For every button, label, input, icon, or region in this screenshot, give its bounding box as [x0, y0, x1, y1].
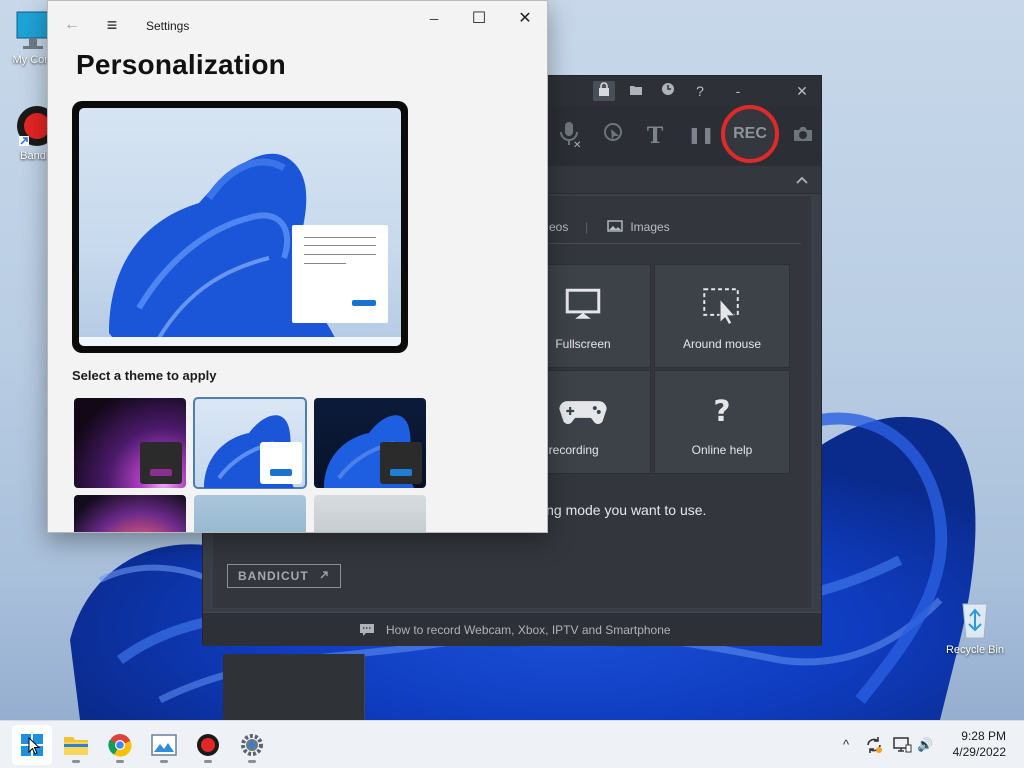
- taskbar-settings[interactable]: [232, 725, 272, 765]
- record-icon: [197, 734, 219, 756]
- bandicut-label: BANDICUT: [238, 569, 309, 583]
- cursor-effect-icon[interactable]: [597, 120, 629, 152]
- start-button[interactable]: [12, 725, 52, 765]
- mouse-region-icon: [703, 288, 739, 325]
- folder-icon: [64, 737, 88, 755]
- mode-online-help[interactable]: ? Online help: [654, 370, 790, 474]
- tray-network-icon[interactable]: [892, 721, 912, 768]
- theme-glow[interactable]: [74, 398, 186, 488]
- back-arrow-icon[interactable]: ←: [57, 15, 87, 35]
- mode-around-mouse[interactable]: Around mouse: [654, 264, 790, 368]
- theme-windows-dark[interactable]: [314, 398, 426, 488]
- tray-chevron-icon[interactable]: ^: [843, 721, 849, 768]
- svg-text:✕: ✕: [573, 140, 581, 148]
- theme-mini-window: [380, 442, 422, 484]
- clock-icon[interactable]: [657, 81, 679, 101]
- tab-images-label: Images: [630, 220, 670, 234]
- desktop-icon-label: Recycle Bin: [945, 644, 1005, 656]
- question-icon: ?: [713, 394, 730, 428]
- desktop-icon-recycle-bin[interactable]: Recycle Bin: [940, 598, 1010, 656]
- tray-volume-icon[interactable]: 🔊: [917, 721, 933, 768]
- bandicut-sidebar: [223, 654, 365, 728]
- camera-icon[interactable]: [787, 120, 819, 152]
- preview-window-card: [292, 225, 388, 323]
- theme-mini-window: [260, 442, 302, 484]
- theme-captured-motion[interactable]: [314, 495, 426, 532]
- tray-sync-icon[interactable]: [864, 721, 884, 768]
- close-icon[interactable]: ✕: [510, 9, 540, 29]
- gear-icon: [241, 734, 263, 756]
- taskbar-clock[interactable]: 9:28 PM 4/29/2022: [953, 728, 1006, 760]
- taskbar-bandicam[interactable]: [188, 725, 228, 765]
- maximize-icon[interactable]: ☐: [464, 9, 494, 29]
- tab-images[interactable]: Images: [607, 220, 670, 234]
- external-link-icon: [320, 571, 328, 579]
- taskbar-photos[interactable]: [144, 725, 184, 765]
- theme-landscape[interactable]: [194, 495, 306, 532]
- chevron-up-icon[interactable]: [795, 175, 809, 185]
- theme-preview-screen: [79, 108, 401, 346]
- mode-label: Around mouse: [682, 337, 762, 351]
- mode-hint-text: ing mode you want to use.: [543, 502, 707, 518]
- mode-label: Online help: [691, 443, 753, 457]
- close-icon[interactable]: ✕: [791, 81, 813, 101]
- pause-icon[interactable]: ❚❚: [685, 120, 717, 152]
- preview-accent-button: [352, 300, 376, 306]
- page-title: Personalization: [76, 49, 286, 80]
- chrome-icon: [108, 734, 132, 757]
- clock-time: 9:28 PM: [961, 729, 1006, 743]
- bandicam-footer[interactable]: How to record Webcam, Xbox, IPTV and Sma…: [203, 612, 821, 646]
- tab-videos[interactable]: eos: [549, 220, 568, 234]
- theme-flower[interactable]: [74, 495, 186, 532]
- clock-date: 4/29/2022: [952, 745, 1006, 759]
- rec-button[interactable]: REC: [721, 105, 779, 163]
- theme-windows-light[interactable]: [193, 397, 307, 489]
- settings-window: ← ≡ Settings ─ ☐ ✕ Personalization Selec…: [47, 0, 548, 533]
- settings-app-title: Settings: [146, 19, 190, 33]
- lock-icon[interactable]: [593, 81, 615, 101]
- theme-preview: [72, 101, 408, 353]
- photos-icon: [151, 734, 177, 756]
- taskbar-file-explorer[interactable]: [56, 725, 96, 765]
- footer-link[interactable]: How to record Webcam, Xbox, IPTV and Sma…: [386, 623, 671, 637]
- svg-text:?: ?: [713, 394, 730, 428]
- computer-icon: [16, 11, 50, 49]
- preview-taskbar: [79, 337, 401, 346]
- menu-icon[interactable]: ≡: [97, 15, 127, 35]
- microphone-icon[interactable]: ✕: [553, 120, 585, 152]
- taskbar-chrome[interactable]: [100, 725, 140, 765]
- settings-titlebar[interactable]: ← ≡ Settings ─ ☐ ✕: [48, 1, 547, 41]
- folder-icon[interactable]: [625, 81, 647, 101]
- theme-section-heading: Select a theme to apply: [72, 368, 217, 383]
- recycle-bin-icon: [962, 603, 988, 639]
- minimize-icon[interactable]: ─: [419, 9, 449, 29]
- bandicut-button[interactable]: BANDICUT: [227, 564, 341, 588]
- chat-icon: [360, 624, 374, 636]
- taskbar: ^ 🔊 9:28 PM 4/29/2022: [0, 720, 1024, 768]
- image-icon: [607, 220, 623, 232]
- tab-divider: |: [585, 220, 589, 234]
- minimize-icon[interactable]: -: [727, 81, 749, 101]
- theme-mini-window: [140, 442, 182, 484]
- mouse-cursor-icon: [28, 737, 40, 755]
- text-tool-icon[interactable]: T: [639, 120, 671, 152]
- help-icon[interactable]: ?: [689, 81, 711, 101]
